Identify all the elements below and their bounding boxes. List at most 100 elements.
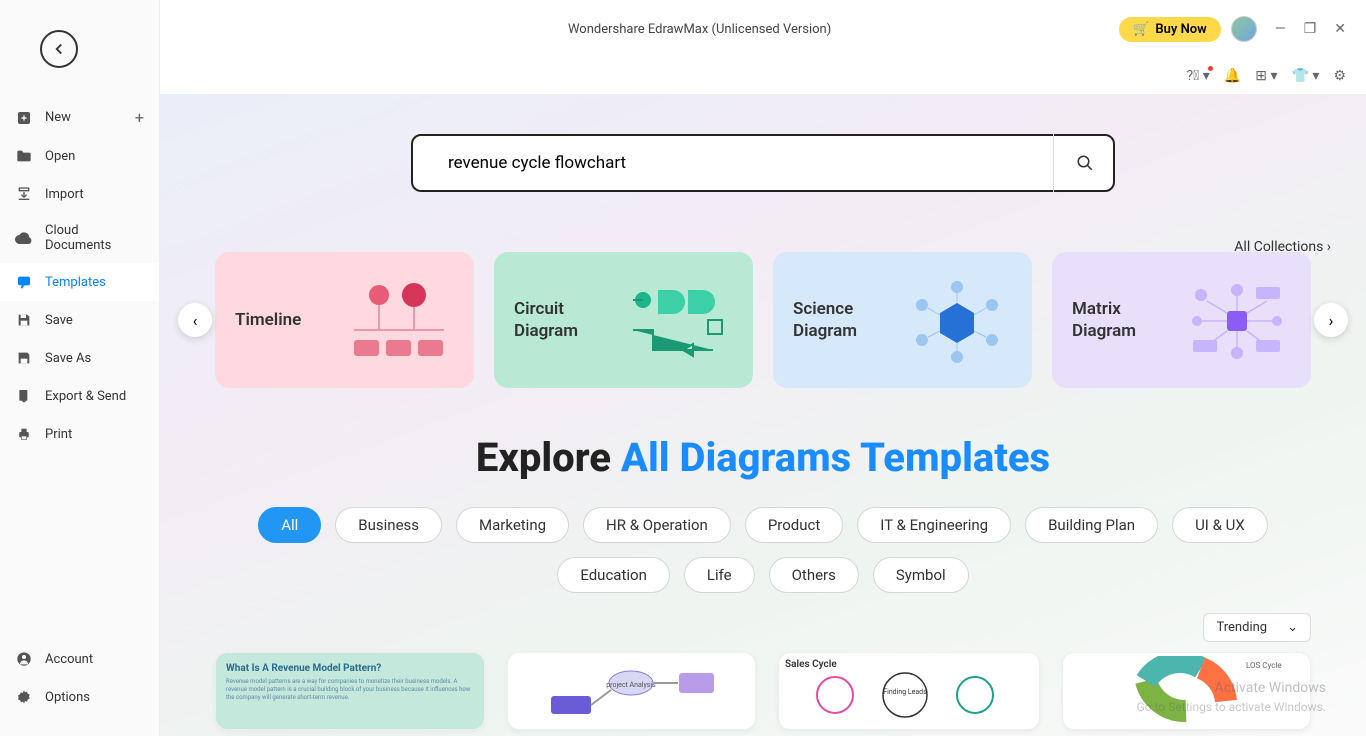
sidebar-menu: New + Open Import Cloud Documents Templa… — [0, 98, 159, 640]
sidebar-item-label: Save As — [45, 351, 91, 366]
sidebar-item-save[interactable]: Save — [0, 301, 159, 339]
content: All Collections › ‹ › Timeline Circuit D… — [160, 94, 1366, 736]
timeline-icon — [344, 270, 454, 370]
chip-all[interactable]: All — [258, 507, 321, 543]
maximize-button[interactable]: ❐ — [1304, 21, 1317, 37]
sidebar-item-label: Save — [45, 313, 73, 328]
shirt-icon[interactable]: 👕 ▾ — [1292, 68, 1320, 84]
template-card[interactable]: project Analysis — [507, 652, 757, 730]
sidebar-item-label: Cloud Documents — [45, 223, 144, 253]
sidebar-item-label: New — [45, 110, 71, 125]
chip-education[interactable]: Education — [557, 557, 670, 593]
sidebar-item-import[interactable]: Import — [0, 175, 159, 213]
sidebar-item-open[interactable]: Open — [0, 137, 159, 175]
avatar[interactable] — [1231, 16, 1257, 42]
save-icon — [15, 311, 33, 329]
chip-it[interactable]: IT & Engineering — [857, 507, 1011, 543]
chip-marketing[interactable]: Marketing — [456, 507, 569, 543]
plus-icon[interactable]: + — [135, 108, 144, 127]
svg-text:Finding Leads: Finding Leads — [883, 688, 927, 696]
print-icon — [15, 425, 33, 443]
cards-prev-button[interactable]: ‹ — [178, 303, 212, 337]
category-cards: ‹ › Timeline Circuit Diagram Science Dia… — [160, 252, 1366, 388]
buy-now-button[interactable]: 🛒 Buy Now — [1119, 17, 1221, 42]
sidebar-item-label: Print — [45, 427, 72, 442]
chip-product[interactable]: Product — [745, 507, 843, 543]
chip-hr[interactable]: HR & Operation — [583, 507, 731, 543]
card-label: Timeline — [235, 309, 301, 331]
chat-icon — [15, 273, 33, 291]
card-timeline[interactable]: Timeline — [215, 252, 474, 388]
sort-dropdown[interactable]: Trending ⌄ — [1203, 613, 1311, 642]
cloud-icon — [15, 229, 33, 247]
chip-business[interactable]: Business — [335, 507, 442, 543]
bell-icon[interactable]: 🔔 — [1224, 68, 1241, 84]
minimize-button[interactable]: — — [1275, 21, 1286, 37]
gear-icon — [15, 688, 33, 706]
sidebar: New + Open Import Cloud Documents Templa… — [0, 0, 160, 736]
windows-watermark: Activate Windows — [1215, 680, 1326, 696]
card-matrix[interactable]: Matrix Diagram — [1052, 252, 1311, 388]
cards-next-button[interactable]: › — [1314, 303, 1348, 337]
chip-others[interactable]: Others — [769, 557, 859, 593]
app-title: Wondershare EdrawMax (Unlicensed Version… — [280, 22, 1119, 37]
chip-life[interactable]: Life — [684, 557, 755, 593]
explore-heading: Explore All Diagrams Templates — [160, 434, 1366, 481]
chip-uiux[interactable]: UI & UX — [1172, 507, 1268, 543]
sidebar-item-label: Open — [45, 149, 75, 164]
sidebar-item-label: Import — [45, 187, 84, 202]
topbar: Wondershare EdrawMax (Unlicensed Version… — [160, 0, 1366, 58]
settings-icon[interactable]: ⚙ — [1333, 68, 1346, 84]
sidebar-item-options[interactable]: Options — [0, 678, 159, 716]
cart-icon: 🛒 — [1133, 22, 1149, 37]
help-icon[interactable]: ?⃝ ▾ — [1187, 68, 1210, 84]
chip-building[interactable]: Building Plan — [1025, 507, 1158, 543]
sort-row: Trending ⌄ — [160, 593, 1366, 652]
card-label: Circuit Diagram — [514, 298, 623, 342]
search-wrap — [411, 134, 1115, 192]
search-input[interactable] — [411, 134, 1115, 192]
sidebar-item-account[interactable]: Account — [0, 640, 159, 678]
circuit-icon — [623, 270, 733, 370]
card-label: Science Diagram — [793, 298, 902, 342]
template-results: What Is A Revenue Model Pattern? Revenue… — [160, 652, 1366, 736]
windows-watermark-sub: Go to Settings to activate Windows. — [1137, 700, 1326, 714]
template-card[interactable]: Sales Cycle Finding Leads — [778, 652, 1040, 730]
back-button[interactable] — [40, 30, 78, 68]
sidebar-item-label: Options — [45, 690, 90, 705]
sidebar-item-saveas[interactable]: Save As — [0, 339, 159, 377]
template-card[interactable]: What Is A Revenue Model Pattern? Revenue… — [215, 652, 485, 730]
sidebar-item-print[interactable]: Print — [0, 415, 159, 453]
sidebar-item-templates[interactable]: Templates — [0, 263, 159, 301]
sidebar-bottom: Account Options — [0, 640, 159, 736]
main: Wondershare EdrawMax (Unlicensed Version… — [160, 0, 1366, 736]
export-icon — [15, 387, 33, 405]
sidebar-item-cloud[interactable]: Cloud Documents — [0, 213, 159, 263]
sidebar-item-label: Templates — [45, 275, 106, 290]
save-as-icon — [15, 349, 33, 367]
sidebar-item-new[interactable]: New + — [0, 98, 159, 137]
chevron-down-icon: ⌄ — [1287, 620, 1298, 635]
search-button[interactable] — [1053, 134, 1115, 192]
sidebar-item-export[interactable]: Export & Send — [0, 377, 159, 415]
sidebar-item-label: Export & Send — [45, 389, 126, 404]
secondary-toolbar: ?⃝ ▾ 🔔 ⊞ ▾ 👕 ▾ ⚙ — [160, 58, 1366, 94]
sidebar-item-label: Account — [45, 652, 93, 667]
apps-icon[interactable]: ⊞ ▾ — [1255, 68, 1277, 84]
category-chips: All Business Marketing HR & Operation Pr… — [160, 507, 1366, 593]
user-icon — [15, 650, 33, 668]
card-science[interactable]: Science Diagram — [773, 252, 1032, 388]
download-icon — [15, 185, 33, 203]
matrix-icon — [1181, 270, 1291, 370]
plus-square-icon — [15, 109, 33, 127]
svg-text:LOS Cycle: LOS Cycle — [1246, 661, 1282, 670]
science-icon — [902, 270, 1012, 370]
svg-text:project Analysis: project Analysis — [607, 681, 657, 689]
folder-icon — [15, 147, 33, 165]
chip-symbol[interactable]: Symbol — [873, 557, 969, 593]
window-controls: — ❐ ✕ — [1275, 21, 1346, 37]
card-label: Matrix Diagram — [1072, 298, 1181, 342]
card-circuit[interactable]: Circuit Diagram — [494, 252, 753, 388]
close-button[interactable]: ✕ — [1334, 21, 1346, 37]
buy-label: Buy Now — [1155, 22, 1206, 37]
